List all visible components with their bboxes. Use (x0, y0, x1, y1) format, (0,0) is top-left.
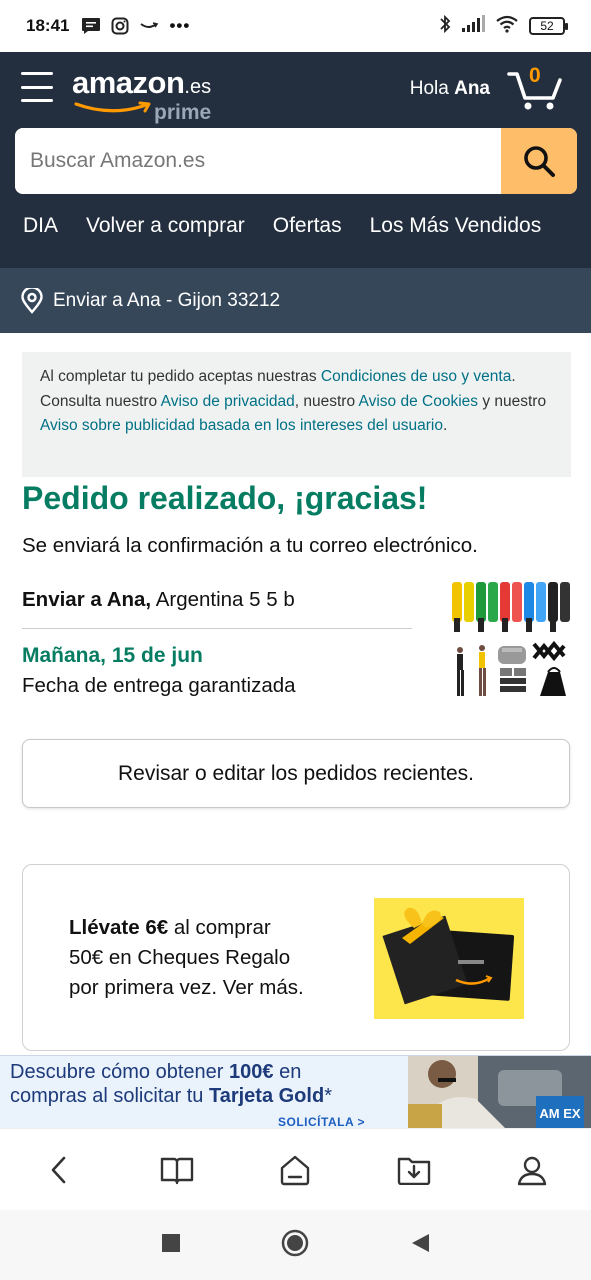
greeting-prefix: Hola (409, 78, 449, 99)
divider (22, 628, 412, 629)
privacy-link[interactable]: Aviso de privacidad (161, 393, 295, 410)
recent-apps-icon[interactable] (161, 1233, 181, 1258)
search-button[interactable] (501, 128, 577, 194)
order-confirmation-subtitle: Se enviará la confirmación a tu correo e… (22, 534, 478, 557)
notice-text: . (442, 417, 448, 434)
promo-text: Llévate 6€ al comprar 50€ en Cheques Reg… (69, 913, 304, 1003)
home-icon[interactable] (265, 1140, 325, 1200)
wifi-icon (495, 15, 519, 38)
promo-line1: al comprar (168, 916, 271, 939)
banner-photo: AM EX (382, 1056, 591, 1128)
delivery-location-bar[interactable]: Enviar a Ana - Gijon 33212 (0, 268, 591, 333)
logo-word: amazon (72, 65, 185, 100)
account-icon[interactable] (502, 1140, 562, 1200)
terms-link[interactable]: Condiciones de uso y venta (321, 368, 511, 385)
nav-link-buy-again[interactable]: Volver a comprar (86, 214, 245, 238)
hamburger-menu-icon[interactable] (21, 72, 53, 102)
ship-label: Enviar a Ana, (22, 588, 152, 611)
account-greeting[interactable]: Hola Ana (410, 78, 490, 100)
promo-line3: por primera vez. Ver más. (69, 976, 304, 999)
more-notifications-icon: ••• (169, 16, 191, 35)
banner-line1: Descubre cómo obtener 100€ en (10, 1061, 301, 1084)
book-icon[interactable] (147, 1140, 207, 1200)
banner-asterisk: * (324, 1085, 332, 1107)
app-header: amazon.es prime Hola Ana 0 DIA Volver a … (0, 52, 591, 268)
logo-tld: .es (184, 76, 212, 98)
system-home-icon[interactable] (281, 1229, 309, 1262)
back-arrow-icon[interactable] (29, 1140, 89, 1200)
promo-bold: Llévate 6€ (69, 916, 169, 939)
status-bar: 18:41 ••• 52 (0, 0, 591, 52)
cart-button[interactable]: 0 (507, 64, 563, 112)
ship-address: Argentina 5 5 b (151, 588, 295, 611)
notice-text: y nuestro (478, 392, 547, 410)
status-time: 18:41 (26, 16, 70, 35)
banner-cta[interactable]: SOLICÍTALA > (278, 1115, 365, 1128)
promo-line2: 50€ en Cheques Regalo (69, 946, 291, 969)
amex-logo: AM EX (539, 1106, 581, 1121)
delivery-location-text: Enviar a Ana - Gijon 33212 (53, 289, 281, 311)
system-navigation-bar (0, 1210, 591, 1280)
ads-link[interactable]: Aviso sobre publicidad basada en los int… (40, 417, 443, 434)
banner-text: compras al solicitar tu (10, 1085, 209, 1107)
cookies-link[interactable]: Aviso de Cookies (359, 393, 478, 410)
product-thumbnail[interactable] (448, 578, 572, 702)
banner-card-name: Tarjeta Gold (208, 1085, 325, 1107)
notice-text: , nuestro (294, 392, 359, 410)
gift-card-promo[interactable]: Llévate 6€ al comprar 50€ en Cheques Reg… (22, 864, 570, 1051)
message-notification-icon (81, 17, 101, 35)
nav-links: DIA Volver a comprar Ofertas Los Más Ven… (23, 214, 541, 238)
amazon-logo[interactable]: amazon.es prime (72, 65, 212, 124)
location-pin-icon (20, 287, 44, 314)
nav-link-best-sellers[interactable]: Los Más Vendidos (370, 214, 542, 238)
delivery-date: Mañana, 15 de jun (22, 644, 203, 667)
browser-bottom-bar (0, 1128, 591, 1210)
order-confirmation-title: Pedido realizado, ¡gracias! (22, 480, 428, 516)
nav-link-deals[interactable]: Ofertas (273, 214, 342, 238)
shipping-address: Enviar a Ana, Argentina 5 5 b (22, 588, 295, 612)
notice-text: Al completar tu pedido aceptas nuestras (40, 368, 321, 385)
amex-gold-banner[interactable]: Descubre cómo obtener 100€ en compras al… (0, 1055, 591, 1128)
legal-notice: Al completar tu pedido aceptas nuestras … (22, 352, 571, 477)
bluetooth-icon (439, 14, 451, 39)
nav-link-dia[interactable]: DIA (23, 214, 58, 238)
amazon-notification-icon (139, 20, 159, 32)
instagram-notification-icon (111, 17, 129, 35)
banner-text: en (273, 1061, 302, 1083)
gift-box-image (374, 898, 524, 1019)
banner-text: Descubre cómo obtener (10, 1061, 230, 1083)
search-bar (15, 128, 577, 194)
download-icon[interactable] (384, 1140, 444, 1200)
greeting-name: Ana (454, 78, 490, 99)
logo-prime: prime (154, 101, 212, 124)
smile-arrow-icon (74, 101, 151, 113)
delivery-guarantee-note: Fecha de entrega garantizada (22, 674, 296, 697)
battery-indicator: 52 (529, 17, 568, 35)
cart-count: 0 (529, 64, 541, 87)
search-icon (524, 146, 555, 177)
search-input[interactable] (15, 128, 501, 194)
signal-icon (461, 14, 485, 38)
system-back-icon[interactable] (409, 1232, 431, 1259)
banner-amount: 100€ (229, 1061, 274, 1083)
review-recent-orders-button[interactable]: Revisar o editar los pedidos recientes. (22, 739, 570, 808)
banner-line2: compras al solicitar tu Tarjeta Gold* (10, 1085, 332, 1108)
